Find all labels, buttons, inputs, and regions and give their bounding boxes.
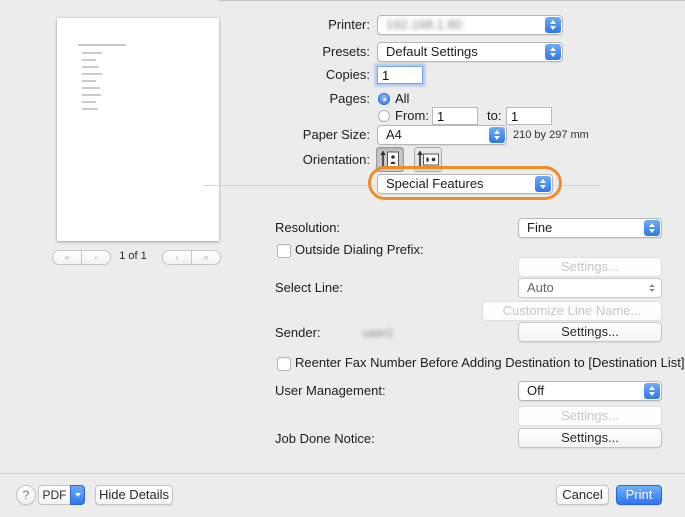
stepper-icon: [545, 44, 561, 60]
stepper-icon: [545, 17, 561, 33]
sender-settings-button[interactable]: Settings...: [518, 322, 662, 342]
paper-dimensions: 210 by 297 mm: [513, 125, 589, 145]
paper-size-select[interactable]: A4: [377, 125, 507, 145]
print-button[interactable]: Print: [616, 485, 662, 505]
presets-value: Default Settings: [386, 43, 478, 61]
cancel-button[interactable]: Cancel: [556, 485, 609, 505]
pdf-label: PDF: [38, 485, 70, 505]
printer-label: Printer:: [200, 15, 370, 35]
select-line-value: Auto: [527, 279, 554, 297]
paper-size-value: A4: [386, 126, 402, 144]
stepper-icon: [649, 280, 655, 296]
panel-selector-value: Special Features: [386, 175, 484, 193]
job-done-notice-label: Job Done Notice:: [275, 429, 375, 449]
presets-label: Presets:: [200, 42, 370, 62]
copies-input[interactable]: [377, 66, 423, 84]
customize-line-name-button[interactable]: Customize Line Name...: [482, 301, 662, 321]
pages-from-input[interactable]: [432, 107, 478, 125]
hide-details-button[interactable]: Hide Details: [95, 485, 173, 505]
stepper-icon: [644, 220, 660, 236]
next-page-button[interactable]: ›: [162, 250, 191, 265]
help-icon: ?: [23, 488, 30, 502]
pager-back-group: « ‹: [52, 250, 111, 263]
stepper-icon: [644, 383, 660, 399]
orientation-portrait-icon: [377, 148, 403, 171]
paper-size-label: Paper Size:: [200, 125, 370, 145]
preview-heading-line: [78, 44, 126, 46]
resolution-label: Resolution:: [275, 218, 340, 238]
user-management-label: User Management:: [275, 381, 386, 401]
pages-range-radio[interactable]: [378, 110, 390, 122]
copies-label: Copies:: [200, 65, 370, 85]
pages-from-label: From:: [395, 106, 429, 126]
prev-page-button[interactable]: ‹: [81, 250, 111, 265]
page-counter: 1 of 1: [110, 250, 156, 262]
stepper-icon: [489, 127, 505, 143]
pages-to-input[interactable]: [506, 107, 552, 125]
prefix-settings-button[interactable]: Settings...: [518, 257, 662, 277]
pages-to-label: to:: [487, 106, 501, 126]
panel-selector-select[interactable]: Special Features: [377, 174, 553, 194]
presets-select[interactable]: Default Settings: [377, 42, 563, 62]
orientation-landscape-icon: [415, 148, 441, 171]
resolution-value: Fine: [527, 219, 552, 237]
chevron-down-icon: [70, 485, 85, 505]
orientation-landscape-button[interactable]: [414, 147, 442, 172]
printer-name-redacted: 192.168.1.80: [386, 16, 462, 34]
pages-all-radio[interactable]: [378, 93, 390, 105]
orientation-portrait-button[interactable]: [376, 147, 404, 172]
select-line-label: Select Line:: [275, 278, 343, 298]
help-button[interactable]: ?: [16, 485, 36, 505]
resolution-select[interactable]: Fine: [518, 218, 662, 238]
preview-page-lines: [82, 52, 126, 110]
pdf-menu-button[interactable]: PDF: [38, 485, 85, 505]
sender-label: Sender:: [275, 323, 321, 343]
select-line-select[interactable]: Auto: [518, 278, 662, 298]
orientation-label: Orientation:: [200, 150, 370, 170]
outside-dialing-prefix-checkbox[interactable]: [277, 244, 291, 258]
reenter-fax-number-label: Reenter Fax Number Before Adding Destina…: [295, 353, 685, 373]
printer-select[interactable]: 192.168.1.80: [377, 15, 563, 35]
sheet-top-edge: [219, 0, 685, 1]
sender-value-redacted: user1: [363, 323, 393, 343]
footer-divider: [0, 473, 685, 474]
job-done-notice-settings-button[interactable]: Settings...: [518, 428, 662, 448]
print-preview-page: [57, 18, 219, 241]
print-dialog: « ‹ 1 of 1 › » Printer: 192.168.1.80 Pre…: [0, 0, 685, 517]
user-management-settings-button[interactable]: Settings...: [518, 406, 662, 426]
user-management-value: Off: [527, 382, 544, 400]
stepper-icon: [535, 176, 551, 192]
last-page-button[interactable]: »: [191, 250, 221, 265]
pages-label: Pages:: [200, 89, 370, 109]
pager-forward-group: › »: [162, 250, 221, 263]
reenter-fax-number-checkbox[interactable]: [277, 357, 291, 371]
outside-dialing-prefix-label: Outside Dialing Prefix:: [295, 240, 424, 260]
user-management-select[interactable]: Off: [518, 381, 662, 401]
first-page-button[interactable]: «: [52, 250, 81, 265]
